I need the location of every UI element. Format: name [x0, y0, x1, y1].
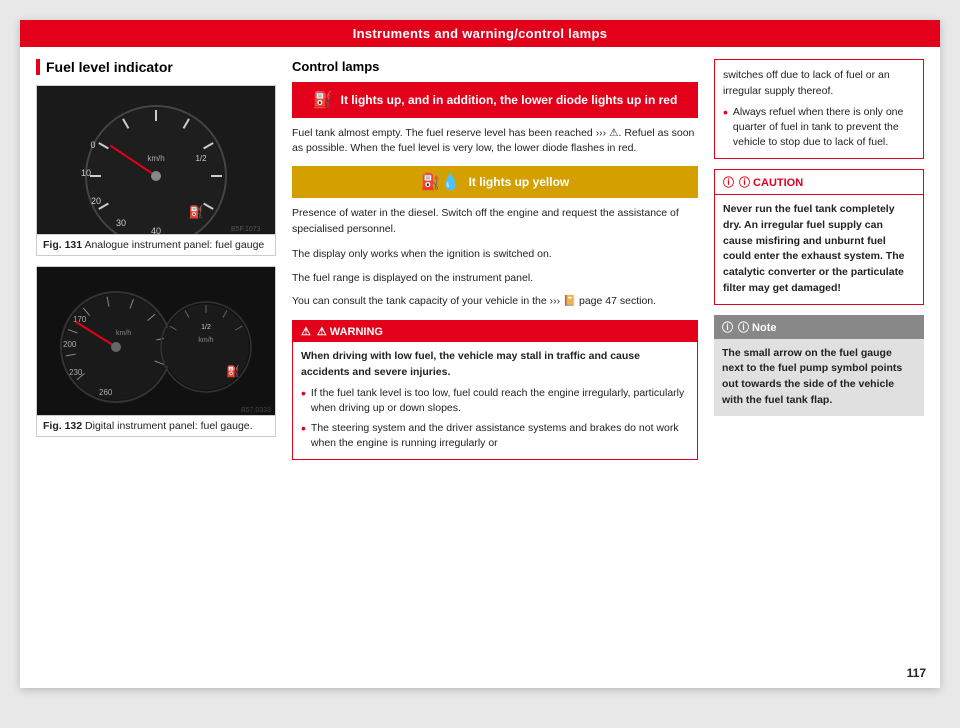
note-text: The small arrow on the fuel gauge next t…	[722, 347, 902, 406]
svg-text:200: 200	[63, 340, 77, 349]
analog-gauge-svg: 0 10 20 30 40 km/h ⛽ 1/2	[37, 86, 275, 234]
fig132-caption: Fig. 132 Digital instrument panel: fuel …	[37, 415, 275, 436]
caution-circle-icon: ⓘ	[723, 174, 734, 190]
warning-intro-text: When driving with low fuel, the vehicle …	[301, 350, 640, 378]
fig131-caption: Fig. 131 Analogue instrument panel: fuel…	[37, 234, 275, 255]
fig131-image: 0 10 20 30 40 km/h ⛽ 1/2	[37, 86, 275, 234]
warning-box: ⚠ ⚠ WARNING When driving with low fuel, …	[292, 320, 698, 459]
lamp-red-text: It lights up, and in addition, the lower…	[341, 93, 678, 107]
note-icon: ⓘ	[722, 319, 733, 335]
note-box: ⓘ ⓘ Note The small arrow on the fuel gau…	[714, 315, 924, 416]
svg-text:1/2: 1/2	[201, 324, 211, 331]
note-label: ⓘ Note	[738, 319, 777, 335]
svg-text:km/h: km/h	[147, 154, 164, 163]
warning-bullet-2: • The steering system and the driver ass…	[301, 421, 689, 451]
lamp-red-box: ⛽ It lights up, and in addition, the low…	[292, 82, 698, 118]
lamp-yellow-text: It lights up yellow	[469, 175, 570, 189]
warning-bullet-1-text: If the fuel tank level is too low, fuel …	[311, 386, 689, 416]
caution-label: ⓘ CAUTION	[739, 174, 803, 190]
warning-bullet-2-text: The steering system and the driver assis…	[311, 421, 689, 451]
svg-text:10: 10	[81, 168, 91, 178]
caution-header: ⓘ ⓘ CAUTION	[715, 170, 923, 195]
caution-box: ⓘ ⓘ CAUTION Never run the fuel tank comp…	[714, 169, 924, 305]
svg-text:230: 230	[69, 368, 83, 377]
fuel-lamp-icon: ⛽	[313, 90, 333, 110]
info-red-text1: switches off due to lack of fuel or an i…	[723, 68, 915, 100]
svg-text:km/h: km/h	[198, 337, 213, 344]
fig131-container: 0 10 20 30 40 km/h ⛽ 1/2	[36, 85, 276, 256]
svg-text:1/2: 1/2	[195, 154, 207, 163]
fig131-label: Fig. 131	[43, 239, 82, 251]
svg-text:170: 170	[73, 315, 87, 324]
warning-content: When driving with low fuel, the vehicle …	[293, 342, 697, 458]
body-text-ignition: The display only works when the ignition…	[292, 247, 698, 263]
body-text-range: The fuel range is displayed on the instr…	[292, 271, 698, 287]
warning-label: ⚠ WARNING	[317, 325, 383, 338]
svg-text:30: 30	[116, 218, 126, 228]
bullet-dot-icon-2: •	[301, 421, 306, 451]
caution-text: Never run the fuel tank completely dry. …	[723, 203, 904, 294]
svg-text:0: 0	[90, 140, 95, 150]
info-red-box: switches off due to lack of fuel or an i…	[714, 59, 924, 159]
digital-gauge-svg: 170 200 230 260 km/h km/h	[37, 267, 275, 415]
page-header: Instruments and warning/control lamps	[20, 20, 940, 47]
water-lamp-icon: ⛽💧	[421, 172, 461, 192]
info-red-bullet-text: Always refuel when there is only one qua…	[733, 105, 915, 151]
svg-text:40: 40	[151, 226, 161, 234]
right-column: switches off due to lack of fuel or an i…	[714, 59, 924, 667]
section-title: Fuel level indicator	[36, 59, 276, 75]
warning-header: ⚠ ⚠ WARNING	[293, 321, 697, 342]
svg-text:B5F.1073: B5F.1073	[231, 226, 261, 233]
warning-bullet-1: • If the fuel tank level is too low, fue…	[301, 386, 689, 416]
svg-text:20: 20	[91, 196, 101, 206]
svg-text:B57.0333: B57.0333	[241, 407, 271, 414]
fig131-text: Analogue instrument panel: fuel gauge	[84, 239, 264, 251]
info-red-bullet-1: • Always refuel when there is only one q…	[723, 105, 915, 151]
fig132-container: 170 200 230 260 km/h km/h	[36, 266, 276, 437]
body-text-capacity: You can consult the tank capacity of you…	[292, 294, 698, 310]
svg-text:260: 260	[99, 388, 113, 397]
left-column: Fuel level indicator	[36, 59, 276, 667]
caution-content: Never run the fuel tank completely dry. …	[715, 195, 923, 304]
middle-column: Control lamps ⛽ It lights up, and in add…	[292, 59, 698, 667]
lamp-yellow-description: Presence of water in the diesel. Switch …	[292, 206, 698, 236]
header-title: Instruments and warning/control lamps	[353, 26, 608, 41]
lamp-yellow-box: ⛽💧 It lights up yellow	[292, 166, 698, 198]
note-header: ⓘ ⓘ Note	[714, 315, 924, 339]
note-content: The small arrow on the fuel gauge next t…	[714, 339, 924, 416]
info-bullet-dot: •	[723, 105, 728, 151]
control-lamps-title: Control lamps	[292, 59, 698, 74]
page-number: 117	[907, 666, 926, 680]
svg-text:⛽: ⛽	[189, 205, 204, 219]
warning-triangle-icon: ⚠	[301, 325, 311, 338]
page: Instruments and warning/control lamps Fu…	[20, 20, 940, 688]
fig132-text: Digital instrument panel: fuel gauge.	[85, 420, 253, 432]
warning-intro: When driving with low fuel, the vehicle …	[301, 349, 689, 381]
lamp-red-description: Fuel tank almost empty. The fuel reserve…	[292, 126, 698, 156]
bullet-dot-icon: •	[301, 386, 306, 416]
fig132-label: Fig. 132	[43, 420, 82, 432]
svg-text:⛽: ⛽	[226, 365, 240, 378]
svg-text:km/h: km/h	[116, 330, 131, 337]
fig132-image: 170 200 230 260 km/h km/h	[37, 267, 275, 415]
